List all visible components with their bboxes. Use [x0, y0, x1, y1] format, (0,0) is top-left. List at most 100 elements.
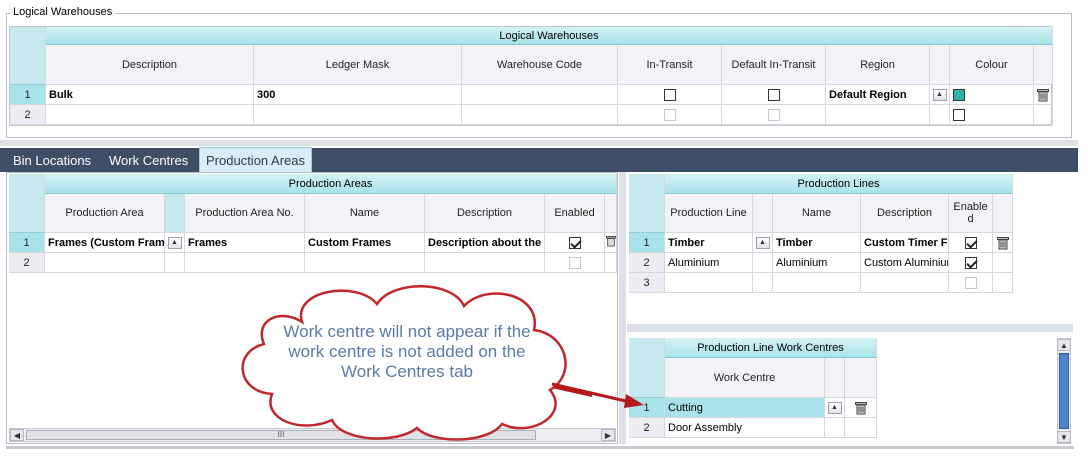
row-number[interactable]: 3 — [629, 273, 665, 293]
col-production-area[interactable]: Production Area — [45, 194, 165, 233]
col-description[interactable]: Description — [861, 194, 949, 233]
production-lines-grid: Production Lines Production Line Name De… — [629, 174, 1013, 294]
grid-corner[interactable] — [10, 27, 46, 85]
cell-name[interactable] — [773, 273, 861, 293]
cell-ledger-mask[interactable]: 300 — [254, 85, 462, 105]
grid-band-title: Logical Warehouses — [46, 27, 1053, 45]
up-arrow-icon[interactable]: ▲ — [827, 401, 842, 414]
tab-production-areas[interactable]: Production Areas — [199, 147, 313, 172]
cell-warehouse-code[interactable] — [462, 105, 618, 125]
cell-description[interactable]: Custom Aluminium — [861, 253, 949, 273]
col-production-line[interactable]: Production Line — [665, 194, 753, 233]
row-number[interactable]: 1 — [10, 85, 46, 105]
cell-description[interactable] — [861, 273, 949, 293]
cell-production-area-no[interactable] — [185, 253, 305, 273]
tab-work-centres[interactable]: Work Centres — [104, 148, 193, 172]
cell-enabled — [949, 253, 993, 273]
col-enabled[interactable]: Enabled — [949, 194, 993, 233]
cell-description[interactable] — [46, 105, 254, 125]
cell-production-area-no[interactable]: Frames — [185, 233, 305, 253]
cell-delete — [845, 398, 877, 418]
tab-bin-locations[interactable]: Bin Locations — [8, 148, 96, 172]
row-number[interactable]: 2 — [629, 253, 665, 273]
cell-work-centre[interactable]: Door Assembly — [665, 418, 825, 438]
cell-production-line[interactable]: Aluminium — [665, 253, 753, 273]
trash-icon[interactable] — [996, 236, 1010, 250]
row-number[interactable]: 2 — [9, 253, 45, 273]
col-work-centre[interactable]: Work Centre — [665, 358, 825, 398]
cell-btn — [825, 418, 845, 438]
col-description[interactable]: Description — [46, 45, 254, 85]
enabled-checkbox[interactable] — [568, 256, 581, 269]
col-description[interactable]: Description — [425, 194, 545, 233]
row-number[interactable]: 1 — [9, 233, 45, 253]
trash-icon[interactable] — [1036, 88, 1050, 102]
row-number[interactable]: 2 — [10, 105, 46, 125]
col-name[interactable]: Name — [773, 194, 861, 233]
cell-delete — [993, 233, 1013, 253]
up-arrow-icon[interactable]: ▲ — [167, 236, 182, 249]
scroll-down-icon[interactable]: ▼ — [1057, 431, 1071, 443]
cell-name[interactable]: Custom Frames — [305, 233, 425, 253]
up-arrow-icon[interactable]: ▲ — [932, 88, 947, 101]
col-in-transit[interactable]: In-Transit — [618, 45, 722, 85]
col-colour[interactable]: Colour — [950, 45, 1034, 85]
right-splitter[interactable] — [627, 324, 1073, 332]
cell-ledger-mask[interactable] — [254, 105, 462, 125]
cell-delete — [993, 273, 1013, 293]
cell-description[interactable]: Description about the — [425, 233, 545, 253]
cell-warehouse-code[interactable] — [462, 85, 618, 105]
enabled-checkbox[interactable] — [964, 236, 977, 249]
tab-bar: Bin Locations Work Centres Production Ar… — [0, 147, 1078, 172]
col-region[interactable]: Region — [826, 45, 930, 85]
cell-description[interactable]: Bulk — [46, 85, 254, 105]
col-enabled[interactable]: Enabled — [545, 194, 605, 233]
cell-production-area[interactable] — [45, 253, 165, 273]
default-in-transit-checkbox[interactable] — [767, 88, 780, 101]
cell-name[interactable]: Aluminium — [773, 253, 861, 273]
enabled-checkbox[interactable] — [568, 236, 581, 249]
work-centres-vertical-scrollbar[interactable]: ▲ ▼ — [1057, 338, 1071, 444]
cell-region[interactable] — [826, 105, 930, 125]
grid-corner[interactable] — [629, 174, 665, 233]
cell-delete — [993, 253, 1013, 273]
group-title: Logical Warehouses — [10, 6, 116, 18]
col-ledger-mask[interactable]: Ledger Mask — [254, 45, 462, 85]
in-transit-checkbox[interactable] — [663, 108, 676, 121]
scroll-up-icon[interactable]: ▲ — [1057, 339, 1071, 351]
row-number[interactable]: 1 — [629, 233, 665, 253]
cell-delete — [1034, 105, 1053, 125]
cell-line-btn: ▲ — [753, 233, 773, 253]
col-default-in-transit[interactable]: Default In-Transit — [722, 45, 826, 85]
cell-production-line[interactable] — [665, 273, 753, 293]
trash-icon[interactable] — [854, 401, 868, 415]
scroll-left-icon[interactable]: ◀ — [10, 429, 24, 441]
trash-icon[interactable] — [606, 234, 616, 251]
scroll-thumb[interactable] — [1059, 353, 1069, 429]
up-arrow-icon[interactable]: ▲ — [755, 236, 770, 249]
cell-name[interactable] — [305, 253, 425, 273]
col-production-area-no[interactable]: Production Area No. — [185, 194, 305, 233]
default-in-transit-checkbox[interactable] — [767, 108, 780, 121]
top-splitter[interactable] — [0, 140, 1078, 146]
row-number[interactable]: 2 — [629, 418, 665, 438]
col-name[interactable]: Name — [305, 194, 425, 233]
col-delete — [845, 358, 877, 398]
cell-line-btn — [753, 253, 773, 273]
enabled-checkbox[interactable] — [964, 256, 977, 269]
cell-description[interactable]: Custom Timer F — [861, 233, 949, 253]
colour-swatch[interactable] — [953, 88, 965, 101]
colour-swatch[interactable] — [953, 108, 965, 121]
cell-production-area[interactable]: Frames (Custom Fram — [45, 233, 165, 253]
scroll-right-icon[interactable]: ▶ — [601, 429, 615, 441]
col-warehouse-code[interactable]: Warehouse Code — [462, 45, 618, 85]
cell-production-line[interactable]: Timber — [665, 233, 753, 253]
in-transit-checkbox[interactable] — [663, 88, 676, 101]
cell-in-transit — [618, 105, 722, 125]
cell-name[interactable]: Timber — [773, 233, 861, 253]
cell-work-centre[interactable]: Cutting — [665, 398, 825, 418]
cell-description[interactable] — [425, 253, 545, 273]
cell-region[interactable]: Default Region — [826, 85, 930, 105]
enabled-checkbox[interactable] — [964, 276, 977, 289]
grid-corner[interactable] — [9, 174, 45, 233]
